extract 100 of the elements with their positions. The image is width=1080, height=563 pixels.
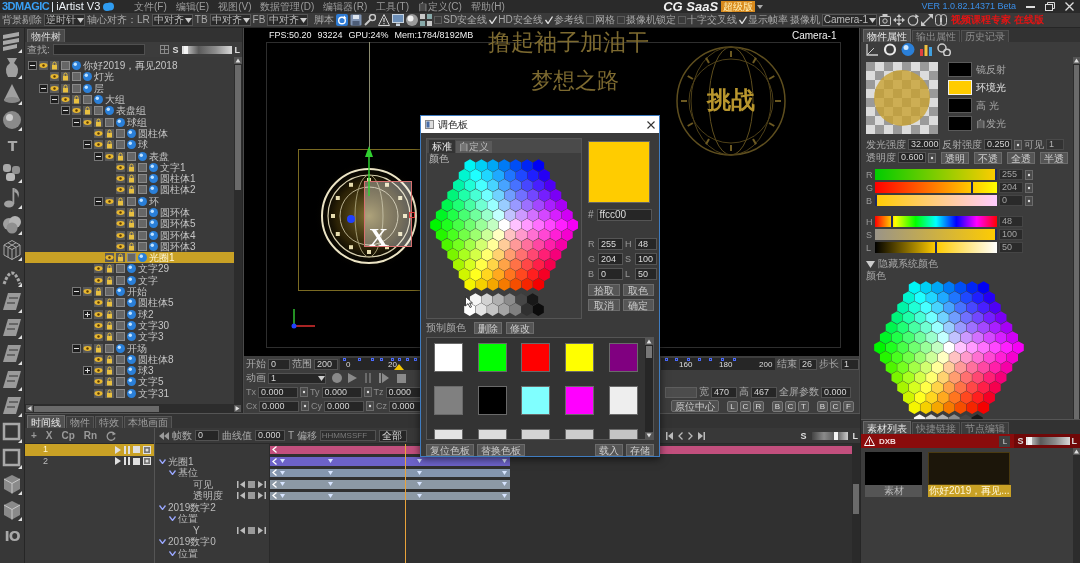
slanted-bars-icon[interactable] bbox=[2, 31, 22, 53]
collapse-icon[interactable] bbox=[72, 343, 81, 353]
sphere-icon[interactable] bbox=[901, 43, 915, 56]
menu-item[interactable]: 编辑(E) bbox=[175, 0, 210, 13]
eye-icon[interactable] bbox=[94, 275, 103, 285]
collapse-icon[interactable] bbox=[94, 151, 103, 161]
eye-icon[interactable] bbox=[105, 151, 114, 161]
chevron-down-icon[interactable] bbox=[169, 550, 176, 556]
collapse-icon[interactable] bbox=[39, 83, 48, 93]
checkbox[interactable]: 网格 bbox=[585, 14, 615, 26]
tab[interactable]: 快捷链接 bbox=[912, 422, 960, 434]
input-field[interactable]: 0 bbox=[195, 430, 219, 441]
tab[interactable]: 物件属性 bbox=[863, 29, 911, 42]
square-icon[interactable] bbox=[116, 128, 125, 138]
scrollbar-track[interactable] bbox=[1073, 57, 1080, 419]
padlock-icon[interactable] bbox=[61, 72, 70, 82]
align-button[interactable]: C bbox=[785, 400, 796, 412]
record-icon[interactable] bbox=[332, 373, 342, 383]
color-swatch[interactable] bbox=[434, 343, 464, 372]
square-icon[interactable] bbox=[138, 162, 147, 172]
square-icon[interactable] bbox=[127, 151, 136, 161]
chevron-down-icon[interactable] bbox=[169, 516, 176, 522]
rewind-icon[interactable] bbox=[159, 431, 169, 440]
square-icon[interactable] bbox=[138, 230, 147, 240]
eye-icon[interactable] bbox=[94, 332, 103, 342]
button[interactable]: 不透 bbox=[974, 151, 1002, 164]
panel-tab[interactable]: 物件树 bbox=[27, 29, 65, 42]
input-field[interactable]: 0.000 bbox=[324, 400, 364, 412]
eye-icon[interactable] bbox=[94, 366, 103, 376]
square-icon[interactable] bbox=[94, 106, 103, 116]
sphere-icon[interactable] bbox=[406, 14, 419, 26]
slider-track[interactable] bbox=[875, 182, 997, 193]
track-bar[interactable] bbox=[270, 491, 510, 500]
dropdown[interactable]: 中对齐 bbox=[209, 14, 251, 26]
collapse-icon[interactable] bbox=[50, 95, 59, 105]
square-icon[interactable] bbox=[72, 72, 81, 82]
timeline-ruler[interactable]: 160 180 200 bbox=[661, 358, 775, 370]
eye-icon[interactable] bbox=[116, 230, 125, 240]
track-row[interactable]: 透明度 bbox=[155, 490, 269, 502]
track-row[interactable]: 位置 bbox=[155, 513, 269, 525]
align-button[interactable]: B bbox=[817, 400, 828, 412]
cone-icon[interactable] bbox=[2, 83, 22, 105]
eye-icon[interactable] bbox=[39, 61, 48, 71]
rotate-view-icon[interactable] bbox=[336, 14, 349, 26]
tab[interactable]: 物件 bbox=[66, 416, 94, 428]
slider-thumb[interactable] bbox=[1027, 437, 1032, 445]
grid-icon[interactable] bbox=[420, 14, 433, 26]
slanted-block-icon[interactable] bbox=[2, 369, 22, 391]
eye-icon[interactable] bbox=[116, 241, 125, 251]
menu-item[interactable]: 视图(V) bbox=[218, 0, 252, 13]
dropdown[interactable]: 逆时针 bbox=[44, 14, 85, 26]
padlock-icon[interactable] bbox=[127, 162, 136, 172]
button[interactable]: 载入 bbox=[595, 443, 623, 456]
square-icon[interactable] bbox=[83, 95, 92, 105]
square-icon[interactable] bbox=[72, 83, 81, 93]
padlock-icon[interactable] bbox=[105, 377, 114, 387]
square-icon[interactable] bbox=[116, 354, 125, 364]
scrollbar-track[interactable] bbox=[852, 444, 860, 563]
camera-icon[interactable] bbox=[879, 14, 892, 26]
input-field[interactable]: 467 bbox=[751, 386, 777, 398]
color-swatch[interactable] bbox=[565, 386, 595, 415]
slider-thumb[interactable] bbox=[890, 216, 893, 227]
align-button[interactable]: C bbox=[830, 400, 841, 412]
square-icon[interactable] bbox=[105, 343, 114, 353]
lock-button[interactable]: L bbox=[999, 435, 1011, 447]
padlock-icon[interactable] bbox=[105, 354, 114, 364]
square-icon[interactable] bbox=[116, 388, 125, 398]
dot-square-icon[interactable] bbox=[143, 445, 151, 454]
move-arrows-icon[interactable] bbox=[893, 14, 906, 26]
square-icon[interactable] bbox=[61, 61, 70, 71]
eye-icon[interactable] bbox=[116, 185, 125, 195]
chevron-down-icon[interactable] bbox=[159, 539, 166, 545]
caret-icon[interactable] bbox=[757, 4, 764, 9]
timeline-ruler[interactable]: 0 20 bbox=[340, 358, 421, 370]
input-field[interactable]: 0.250 bbox=[984, 139, 1012, 150]
tab[interactable]: 素材列表 bbox=[863, 421, 911, 434]
color-swatch[interactable] bbox=[565, 343, 595, 372]
checkbox[interactable]: 显示帧率 bbox=[738, 14, 788, 26]
button[interactable]: 全透 bbox=[1007, 151, 1035, 164]
padlock-icon[interactable] bbox=[105, 366, 114, 376]
spin-button[interactable] bbox=[363, 387, 372, 397]
tree-row[interactable]: 圆柱体8 bbox=[25, 353, 234, 365]
scroll-left-icon[interactable] bbox=[26, 405, 33, 412]
padlock-icon[interactable] bbox=[105, 264, 114, 274]
align-button[interactable]: F bbox=[843, 400, 854, 412]
warning-icon[interactable] bbox=[378, 14, 391, 26]
scroll-up-icon[interactable] bbox=[645, 338, 653, 345]
input-field[interactable]: 204 bbox=[999, 182, 1023, 193]
tree-row[interactable]: 大组 bbox=[25, 93, 234, 106]
dropdown[interactable]: 1 bbox=[268, 372, 326, 384]
input-field[interactable]: 50 bbox=[635, 268, 657, 280]
input-field[interactable]: 100 bbox=[635, 253, 657, 265]
menu-item[interactable]: 编辑器(R) bbox=[323, 0, 368, 13]
checkbox[interactable]: 摄像机锁定 bbox=[616, 14, 676, 26]
input-field[interactable]: 204 bbox=[598, 253, 623, 265]
magnifier-icon[interactable] bbox=[364, 14, 377, 26]
eye-icon[interactable] bbox=[105, 253, 114, 263]
ring-icon[interactable] bbox=[883, 43, 897, 56]
next-keyframe-icon[interactable] bbox=[257, 480, 266, 488]
layer-tool-button[interactable]: + bbox=[31, 429, 37, 442]
